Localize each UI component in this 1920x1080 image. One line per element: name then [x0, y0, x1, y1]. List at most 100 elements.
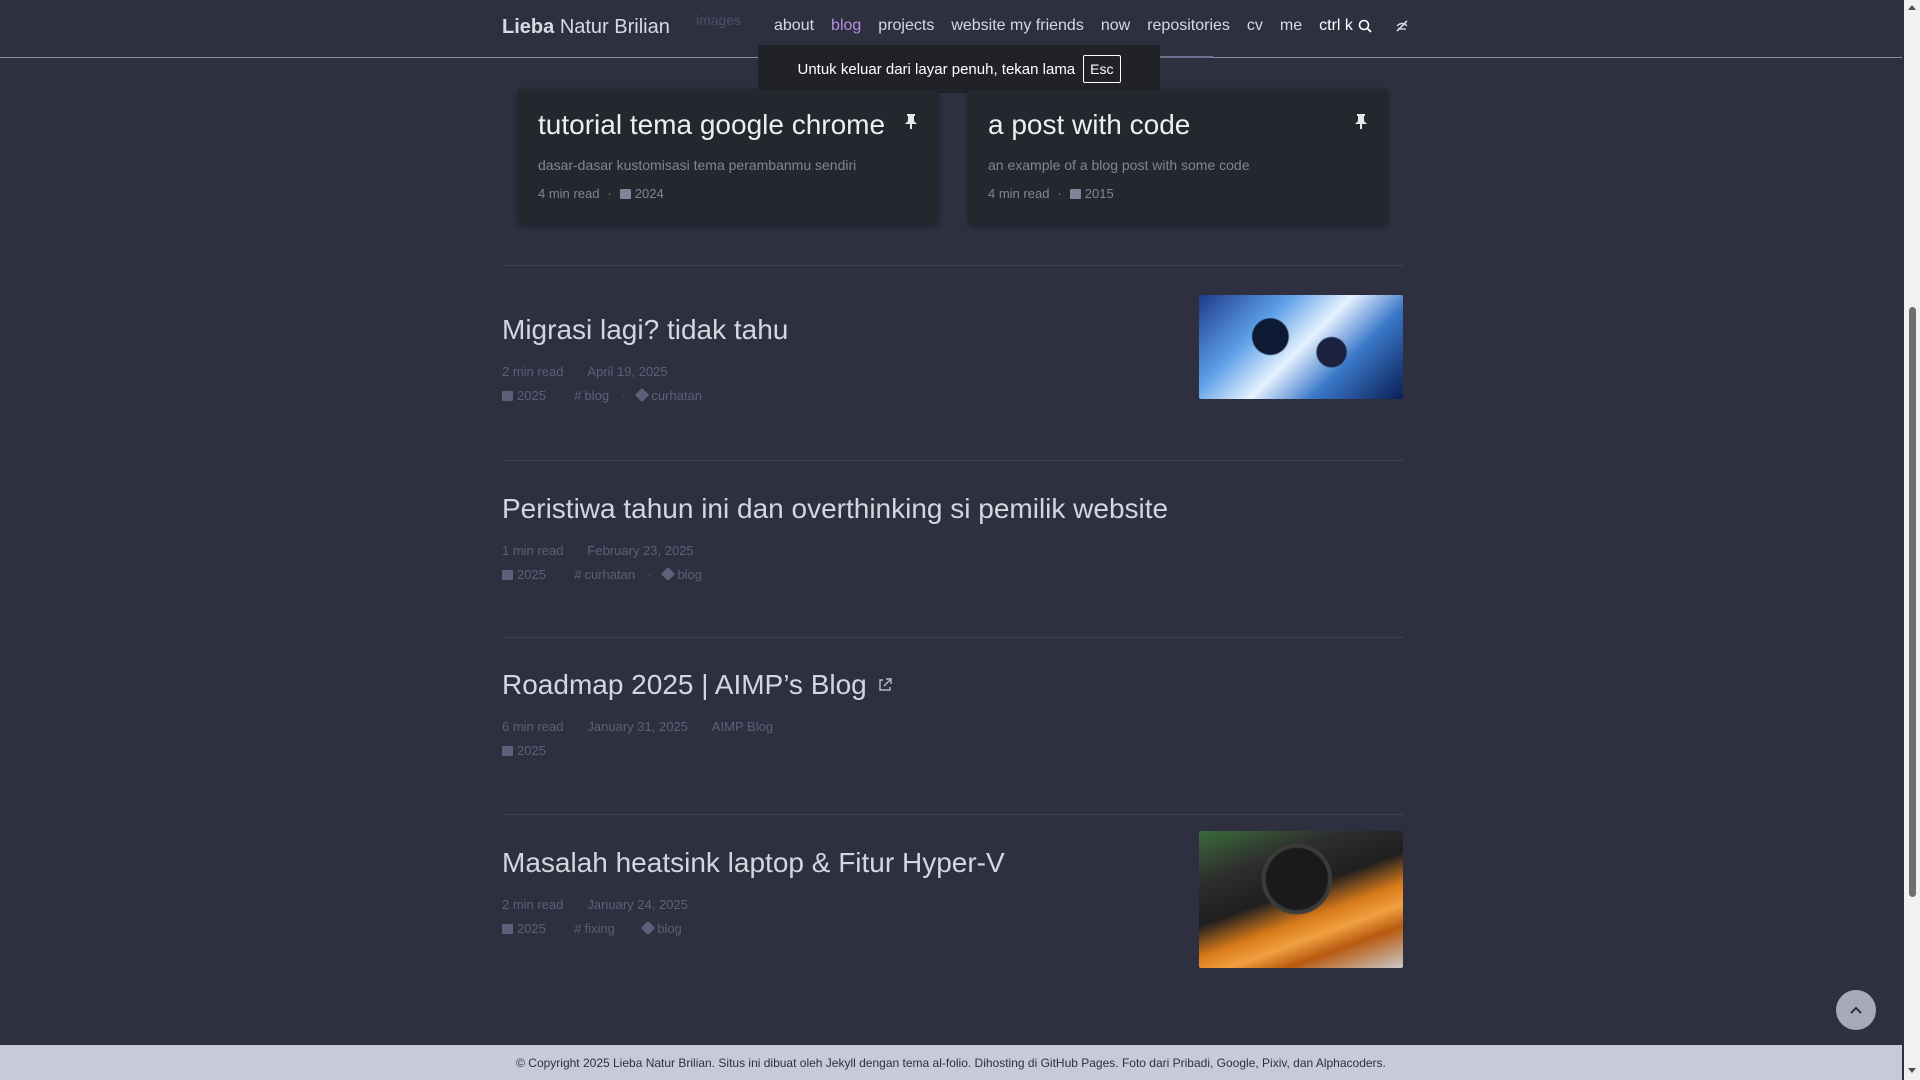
post-list-item: Roadmap 2025 | AIMP’s Blog 6 min read Ja… — [502, 669, 1403, 758]
post-title[interactable]: Peristiwa tahun ini dan overthinking si … — [502, 493, 1168, 525]
year-label: 2024 — [634, 186, 664, 201]
year-label: 2025 — [517, 388, 546, 403]
post-title-link[interactable]: Peristiwa tahun ini dan overthinking si … — [502, 493, 1403, 525]
calendar-icon — [619, 189, 631, 199]
post-date: January 24, 2025 — [587, 897, 688, 912]
nav-me[interactable]: me — [1280, 17, 1302, 35]
esc-key-badge: Esc — [1083, 55, 1121, 83]
scrollbar-thumb[interactable] — [1909, 307, 1916, 897]
nav-website-my-friends[interactable]: website my friends — [951, 17, 1084, 35]
fullscreen-exit-toast: Untuk keluar dari layar penuh, tekan lam… — [758, 45, 1160, 93]
nav-projects[interactable]: projects — [878, 17, 934, 35]
meta-separator: · — [607, 186, 612, 201]
pinned-post-description: an example of a blog post with some code — [988, 157, 1250, 173]
pinned-post-title[interactable]: a post with code — [988, 109, 1190, 141]
nav-cv[interactable]: cv — [1247, 17, 1263, 35]
post-list-item: Masalah heatsink laptop & Fitur Hyper-V … — [502, 831, 1403, 968]
pinned-post-description: dasar-dasar kustomisasi tema perambanmu … — [538, 157, 857, 173]
category-link[interactable]: # fixing — [574, 921, 615, 936]
back-to-top-button[interactable] — [1836, 990, 1876, 1030]
year-meta: 2024 — [619, 186, 664, 201]
post-title[interactable]: Roadmap 2025 | AIMP’s Blog — [502, 669, 867, 701]
chevron-up-icon — [1850, 1006, 1862, 1014]
meta-separator: · — [1057, 186, 1062, 201]
brand-rest-name[interactable]: Natur Brilian — [560, 16, 670, 38]
post-date: February 23, 2025 — [587, 543, 694, 558]
year-link[interactable]: 2025 — [502, 567, 546, 582]
pinned-post-meta: 4 min read · 2024 — [538, 186, 664, 201]
post-thumbnail[interactable] — [1199, 295, 1403, 399]
tag-label: blog — [677, 567, 703, 582]
year-label: 2025 — [517, 567, 546, 582]
faded-background-text: images — [696, 12, 742, 28]
category-link[interactable]: # blog — [574, 388, 609, 403]
post-title[interactable]: Migrasi lagi? tidak tahu — [502, 314, 788, 346]
pin-icon — [905, 114, 917, 129]
theme-toggle-icon[interactable] — [1393, 17, 1411, 35]
scroll-down-arrow[interactable] — [1908, 1068, 1916, 1073]
category-label: curhatan — [584, 567, 636, 582]
tag-label: blog — [657, 921, 682, 936]
year-link[interactable]: 2025 — [502, 388, 546, 403]
post-tags-row: 2025 · # curhatan · blog — [502, 566, 1403, 582]
tag-link[interactable]: curhatan — [635, 387, 703, 403]
toast-message: Untuk keluar dari layar penuh, tekan lam… — [797, 60, 1076, 78]
post-date: April 19, 2025 — [587, 364, 668, 379]
meta-separator: · — [647, 567, 652, 582]
post-title-link[interactable]: Roadmap 2025 | AIMP’s Blog — [502, 669, 1403, 701]
nav-repositories[interactable]: repositories — [1147, 17, 1230, 35]
category-label: blog — [584, 388, 610, 403]
read-time: 2 min read — [502, 364, 564, 379]
year-label: 2015 — [1084, 186, 1114, 201]
year-link[interactable]: 2025 — [502, 743, 546, 758]
nav-now[interactable]: now — [1101, 17, 1130, 35]
meta-separator: · — [621, 388, 626, 403]
category-link[interactable]: # curhatan — [574, 567, 635, 582]
search-button[interactable]: ctrl k — [1319, 17, 1372, 35]
year-label: 2025 — [517, 743, 546, 758]
calendar-icon — [502, 570, 513, 580]
external-link-icon — [879, 678, 892, 691]
pinned-post-card[interactable]: tutorial tema google chrome dasar-dasar … — [518, 89, 938, 224]
post-meta-row: 1 min read February 23, 2025 — [502, 543, 1403, 558]
tag-link[interactable]: blog — [661, 566, 703, 582]
nav-blog[interactable]: blog — [831, 17, 861, 35]
post-list-item: Migrasi lagi? tidak tahu 2 min read Apri… — [502, 295, 1403, 403]
year-meta: 2015 — [1069, 186, 1114, 201]
site-footer: © Copyright 2025 Lieba Natur Brilian. Si… — [0, 1045, 1902, 1080]
hash-icon: # — [574, 567, 582, 582]
pinned-post-card[interactable]: a post with code an example of a blog po… — [968, 89, 1388, 224]
calendar-icon — [1069, 189, 1081, 199]
section-divider — [502, 460, 1403, 461]
year-link[interactable]: 2025 — [502, 921, 546, 936]
scroll-up-arrow[interactable] — [1908, 5, 1916, 10]
search-shortcut-label: ctrl k — [1319, 17, 1353, 34]
tag-label: curhatan — [651, 388, 703, 403]
meta-separator: · — [626, 921, 632, 936]
tag-icon — [641, 920, 656, 936]
meta-separator: · — [557, 921, 563, 936]
main-nav: about blog projects website my friends n… — [774, 17, 1411, 35]
calendar-icon — [502, 391, 513, 401]
section-divider — [502, 265, 1403, 266]
nav-about[interactable]: about — [774, 17, 814, 35]
section-divider — [502, 637, 1403, 638]
post-source: AIMP Blog — [711, 719, 774, 734]
pinned-post-meta: 4 min read · 2015 — [988, 186, 1114, 201]
tag-link[interactable]: blog — [641, 920, 682, 936]
post-date: January 31, 2025 — [587, 719, 688, 734]
read-time: 6 min read — [502, 719, 564, 734]
pinned-post-title[interactable]: tutorial tema google chrome — [538, 109, 885, 141]
site-brand[interactable]: Lieba Natur Brilian — [502, 16, 670, 39]
read-time: 1 min read — [502, 543, 564, 558]
post-meta-row: 6 min read January 31, 2025 AIMP Blog — [502, 719, 1403, 734]
post-title[interactable]: Masalah heatsink laptop & Fitur Hyper-V — [502, 847, 1005, 879]
read-time: 4 min read — [988, 186, 1050, 201]
brand-first-name[interactable]: Lieba — [502, 16, 554, 38]
footer-copyright: © Copyright 2025 Lieba Natur Brilian. Si… — [516, 1055, 1386, 1070]
calendar-icon — [502, 746, 513, 756]
post-list-item: Peristiwa tahun ini dan overthinking si … — [502, 493, 1403, 582]
tag-icon — [661, 566, 676, 582]
post-thumbnail[interactable] — [1199, 831, 1403, 968]
calendar-icon — [502, 924, 513, 934]
